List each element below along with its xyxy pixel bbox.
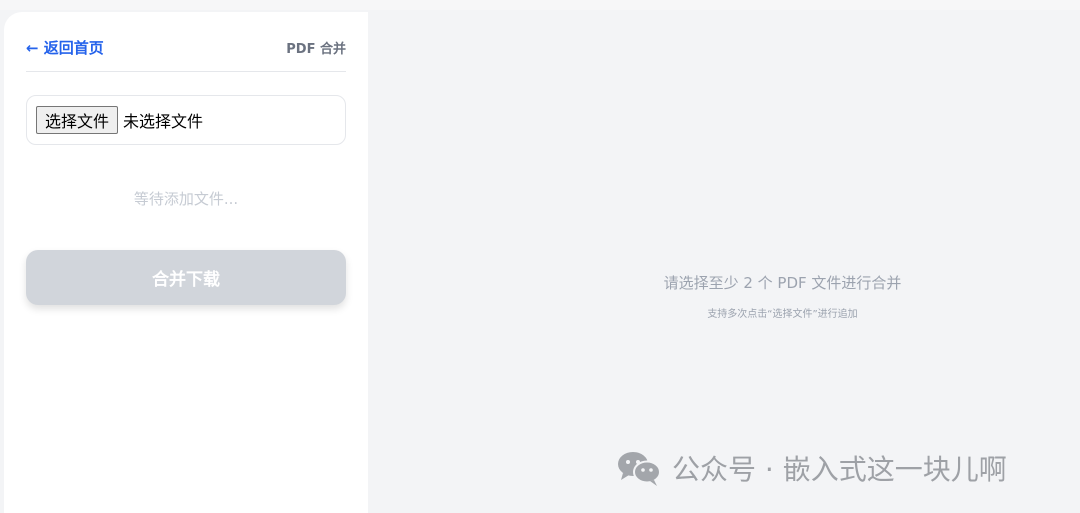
choose-file-button[interactable]: 选择文件 bbox=[36, 106, 119, 134]
waiting-text: 等待添加文件... bbox=[133, 190, 239, 208]
sidebar-header: ← 返回首页 PDF 合并 bbox=[26, 36, 346, 72]
sidebar: ← 返回首页 PDF 合并 选择文件 未选择文件 等待添加文件... 合并下载 bbox=[4, 12, 368, 513]
file-status: 未选择文件 bbox=[123, 112, 204, 131]
main-empty-state: 请选择至少 2 个 PDF 文件进行合并 支持多次点击“选择文件”进行追加 bbox=[368, 272, 1080, 320]
empty-hint-subtitle: 支持多次点击“选择文件”进行追加 bbox=[707, 309, 858, 320]
app-window: ← 返回首页 PDF 合并 选择文件 未选择文件 等待添加文件... 合并下载 … bbox=[0, 0, 1080, 513]
empty-hint-title: 请选择至少 2 个 PDF 文件进行合并 bbox=[663, 274, 902, 292]
watermark-text: 公众号 · 嵌入式这一块儿啊 bbox=[672, 453, 1007, 486]
back-home-label: ← 返回首页 bbox=[26, 38, 104, 57]
wechat-icon bbox=[616, 449, 662, 487]
top-strip bbox=[0, 0, 1080, 10]
file-input: 选择文件 未选择文件 bbox=[26, 95, 346, 145]
merge-download-button[interactable]: 合并下载 bbox=[26, 250, 346, 305]
back-home-link[interactable]: ← 返回首页 bbox=[26, 36, 104, 58]
watermark: 公众号 · 嵌入式这一块儿啊 bbox=[616, 448, 1007, 488]
tool-title: PDF 合并 bbox=[286, 42, 346, 57]
